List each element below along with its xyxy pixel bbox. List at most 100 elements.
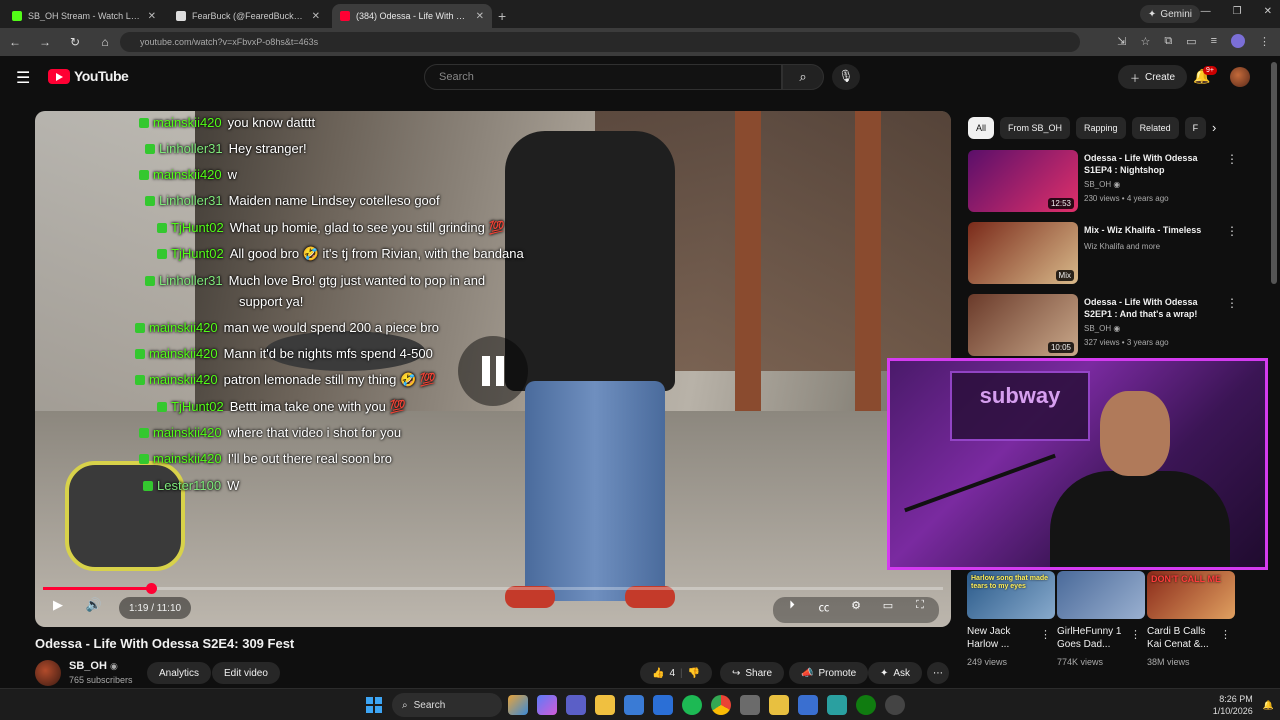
share-button[interactable]: ↪ Share xyxy=(720,662,785,684)
install-icon[interactable]: ⇲ xyxy=(1117,35,1126,48)
chrome-icon[interactable] xyxy=(711,695,731,715)
thumbs-down-icon[interactable]: 👎 xyxy=(688,668,700,679)
settings-gear-icon[interactable] xyxy=(885,695,905,715)
profile-avatar[interactable] xyxy=(1231,34,1245,48)
short-thumbnail[interactable] xyxy=(1057,571,1145,619)
notepad-icon[interactable] xyxy=(798,695,818,715)
edit-video-button[interactable]: Edit video xyxy=(212,662,280,684)
url-field[interactable]: youtube.com/watch?v=xFbvxP-o8hs&t=463s xyxy=(120,32,1080,52)
create-button[interactable]: ＋ Create xyxy=(1118,65,1188,89)
autoplay-toggle-icon[interactable]: ⏵ xyxy=(781,599,803,621)
recommended-video[interactable]: Mix Mix - Wiz Khalifa - Timeless Wiz Kha… xyxy=(968,222,1268,284)
store-icon[interactable] xyxy=(624,695,644,715)
forward-icon[interactable]: → xyxy=(38,35,52,49)
recommended-video[interactable]: 12:53 Odessa - Life With Odessa S1EP4 : … xyxy=(968,150,1268,212)
gemini-button[interactable]: ✦ Gemini xyxy=(1139,5,1200,23)
voice-search-button[interactable]: 🎙 xyxy=(832,64,860,90)
channel-name[interactable]: SB_OH ◉ xyxy=(69,660,118,672)
recommended-video[interactable]: 10:05 Odessa - Life With Odessa S2EP1 : … xyxy=(968,294,1268,356)
copilot-icon[interactable] xyxy=(537,695,557,715)
ask-button[interactable]: ✦ Ask xyxy=(868,662,923,684)
video-thumbnail[interactable]: Mix xyxy=(968,222,1078,284)
video-player[interactable]: mainskii420 you know datttt Linholler31 He… xyxy=(35,111,951,627)
close-tab-icon[interactable]: ✕ xyxy=(476,11,484,22)
close-tab-icon[interactable]: ✕ xyxy=(312,11,320,22)
video-thumbnail[interactable]: 10:05 xyxy=(968,294,1078,356)
more-options-icon[interactable]: ⋮ xyxy=(1226,296,1238,310)
back-icon[interactable]: ← xyxy=(8,35,22,49)
more-options-icon[interactable]: ⋮ xyxy=(1226,152,1238,166)
new-tab-button[interactable]: + xyxy=(498,4,506,28)
short-title[interactable]: New Jack Harlow ... xyxy=(967,625,1037,651)
browser-tab-youtube[interactable]: (384) Odessa - Life With Odessa ✕ xyxy=(332,4,492,28)
chip-truncated[interactable]: F xyxy=(1184,117,1207,139)
reload-icon[interactable]: ↻ xyxy=(68,35,82,49)
pause-indicator-icon[interactable] xyxy=(458,336,528,406)
captions-icon[interactable]: ㏄ xyxy=(813,599,835,621)
more-options-icon[interactable]: ⋮ xyxy=(1130,628,1141,641)
media-icon[interactable]: ≡ xyxy=(1211,35,1217,47)
browser-tab-x[interactable]: FearBuck (@FearedBuck) / X ✕ xyxy=(168,4,328,28)
fullscreen-icon[interactable]: ⛶ xyxy=(909,599,931,621)
search-button[interactable]: ⌕ xyxy=(782,64,824,90)
paint-icon[interactable] xyxy=(769,695,789,715)
like-button[interactable]: 👍 4 | 👎 xyxy=(640,662,713,684)
file-explorer-icon[interactable] xyxy=(595,695,615,715)
player-controls-left: ▶ 🔊 1:19 / 11:10 xyxy=(47,597,192,619)
more-options-icon[interactable]: ⋮ xyxy=(1220,628,1231,641)
maximize-icon[interactable]: ❐ xyxy=(1233,6,1242,17)
hamburger-menu-icon[interactable]: ☰ xyxy=(16,68,30,88)
youtube-logo[interactable]: YouTube xyxy=(48,68,129,84)
settings-gear-icon[interactable]: ⚙ xyxy=(845,599,867,621)
menu-kebab-icon[interactable]: ⋮ xyxy=(1259,35,1270,48)
page-scrollbar[interactable] xyxy=(1271,62,1277,284)
chip-rapping[interactable]: Rapping xyxy=(1076,117,1126,139)
minimize-icon[interactable]: — xyxy=(1201,6,1211,17)
chat-text: where that video i shot for you xyxy=(227,425,402,440)
promote-button[interactable]: 📣 Promote xyxy=(789,662,869,684)
video-progress-bar[interactable] xyxy=(43,583,943,594)
widgets-icon[interactable] xyxy=(508,695,528,715)
clock[interactable]: 8:26 PM 1/10/2026 xyxy=(1213,693,1253,717)
camera-icon[interactable] xyxy=(740,695,760,715)
browser-tab-kick[interactable]: SB_OH Stream - Watch Live ✕ xyxy=(4,4,164,28)
chat-message: TjHunt02 All good bro 🤣 it's tj from Rivi… xyxy=(157,246,524,262)
terminal-icon[interactable] xyxy=(827,695,847,715)
short-title[interactable]: GirlHeFunny 1 Goes Dad... xyxy=(1057,625,1127,651)
bookmark-star-icon[interactable]: ☆ xyxy=(1140,35,1150,48)
chip-related[interactable]: Related xyxy=(1131,117,1179,139)
chevron-right-icon[interactable]: › xyxy=(1212,120,1216,135)
chip-all[interactable]: All xyxy=(968,117,995,139)
notification-center-icon[interactable]: 🔔 xyxy=(1263,700,1274,711)
analytics-button[interactable]: Analytics xyxy=(147,662,212,684)
more-options-icon[interactable]: ⋮ xyxy=(1040,628,1051,641)
theater-mode-icon[interactable]: ▭ xyxy=(877,599,899,621)
tab-title: (384) Odessa - Life With Odessa xyxy=(356,11,470,21)
close-window-icon[interactable]: ✕ xyxy=(1264,6,1272,17)
more-options-icon[interactable]: ⋮ xyxy=(1226,224,1238,238)
short-title[interactable]: Cardi B Calls Kai Cenat &... xyxy=(1147,625,1217,651)
account-avatar[interactable] xyxy=(1230,67,1250,87)
play-button-icon[interactable]: ▶ xyxy=(47,597,69,619)
split-view-icon[interactable]: ▭ xyxy=(1186,35,1196,48)
search-input[interactable]: Search xyxy=(424,64,782,90)
home-icon[interactable]: ⌂ xyxy=(98,35,112,49)
windows-start-icon[interactable] xyxy=(366,697,382,713)
short-thumbnail[interactable]: Harlow song that made tears to my eyes xyxy=(967,571,1055,619)
video-thumbnail[interactable]: 12:53 xyxy=(968,150,1078,212)
channel-avatar[interactable] xyxy=(35,660,61,686)
chip-from-channel[interactable]: From SB_OH xyxy=(1000,117,1071,139)
chat-text: W xyxy=(227,478,240,493)
extensions-icon[interactable]: ⧉ xyxy=(1164,35,1172,48)
taskbar-search[interactable]: ⌕ Search xyxy=(392,693,502,717)
teams-icon[interactable] xyxy=(566,695,586,715)
short-thumbnail[interactable]: DON'T CALL ME xyxy=(1147,571,1235,619)
close-tab-icon[interactable]: ✕ xyxy=(148,11,156,22)
progress-scrubber-handle[interactable] xyxy=(146,583,157,594)
spotify-icon[interactable] xyxy=(682,695,702,715)
volume-icon[interactable]: 🔊 xyxy=(83,597,105,619)
sparkle-icon: ✦ xyxy=(880,667,889,679)
xbox-icon[interactable] xyxy=(856,695,876,715)
more-actions-button[interactable]: ⋯ xyxy=(927,662,949,684)
word-icon[interactable] xyxy=(653,695,673,715)
